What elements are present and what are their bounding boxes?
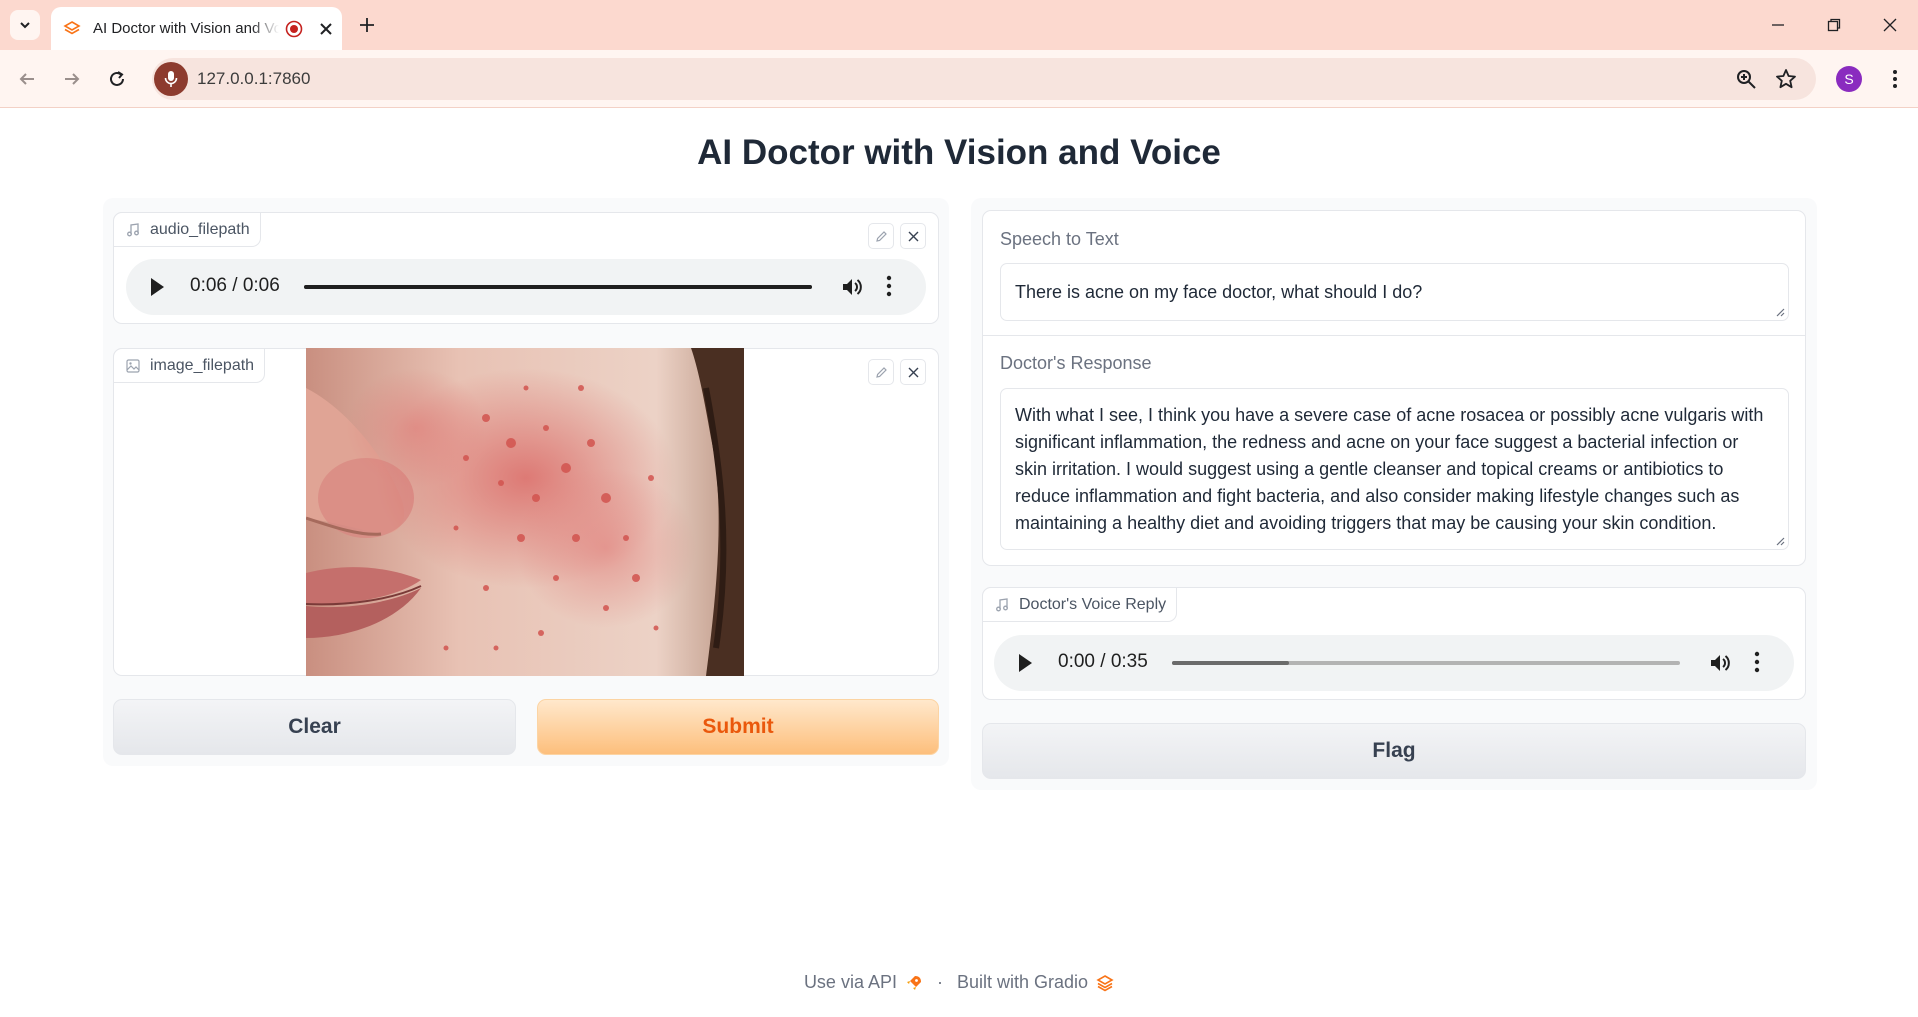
play-icon[interactable] xyxy=(148,276,166,298)
minimize-icon xyxy=(1772,24,1784,26)
resize-handle-icon[interactable] xyxy=(1776,308,1785,317)
browser-tab-active[interactable]: AI Doctor with Vision and Voice xyxy=(51,7,342,50)
browser-toolbar: 127.0.0.1:7860 xyxy=(0,50,1918,108)
image-icon xyxy=(126,358,140,373)
gradio-favicon-icon xyxy=(63,20,81,34)
footer: Use via API · Built with Gradio xyxy=(0,972,1918,993)
footer-separator: · xyxy=(936,972,943,992)
url-text: 127.0.0.1:7860 xyxy=(197,69,311,88)
reload-icon xyxy=(110,71,124,86)
speech-to-text-label: Speech to Text xyxy=(1000,229,1119,249)
restore-window-button[interactable] xyxy=(1806,0,1862,50)
image-input-label-text: image_filepath xyxy=(150,356,255,374)
more-vertical-icon[interactable] xyxy=(1754,651,1760,673)
arrow-left-icon xyxy=(19,73,34,85)
bookmark-star-icon[interactable] xyxy=(1775,68,1797,90)
voice-reply-block: Doctor's Voice Reply 0:00 / 0:35 xyxy=(982,587,1806,700)
chevron-down-icon xyxy=(20,22,30,29)
voice-reply-seekbar[interactable] xyxy=(1172,661,1680,665)
close-tab-icon[interactable] xyxy=(317,20,335,38)
image-clear-button[interactable] xyxy=(900,359,926,385)
more-vertical-icon xyxy=(1893,70,1897,88)
plus-icon xyxy=(360,18,374,32)
arrow-right-icon xyxy=(65,73,80,85)
back-button[interactable] xyxy=(10,62,44,96)
flag-button[interactable]: Flag xyxy=(982,723,1806,779)
built-with-gradio-link[interactable]: Built with Gradio xyxy=(957,972,1088,993)
image-edit-button[interactable] xyxy=(868,359,894,385)
speech-to-text-field[interactable]: There is acne on my face doctor, what sh… xyxy=(1000,263,1789,321)
music-note-icon xyxy=(996,597,1008,611)
close-icon xyxy=(908,367,918,377)
profile-avatar[interactable]: S xyxy=(1836,66,1862,92)
image-input-label: image_filepath xyxy=(113,348,266,383)
speech-to-text-value: There is acne on my face doctor, what sh… xyxy=(1015,282,1423,302)
doctor-response-value: With what I see, I think you have a seve… xyxy=(1015,405,1764,533)
audio-input-player[interactable]: 0:06 / 0:06 xyxy=(126,259,926,315)
play-icon[interactable] xyxy=(1016,652,1034,674)
audio-input-time: 0:06 / 0:06 xyxy=(190,275,280,296)
recording-indicator-icon xyxy=(285,20,303,37)
submit-button[interactable]: Submit xyxy=(537,699,939,755)
audio-edit-button[interactable] xyxy=(868,223,894,249)
zoom-icon[interactable] xyxy=(1735,68,1757,90)
pencil-icon xyxy=(875,230,887,242)
volume-icon[interactable] xyxy=(840,275,864,299)
browser-tab-bar: AI Doctor with Vision and Voice xyxy=(0,0,1918,50)
microphone-in-use-icon[interactable] xyxy=(154,62,188,96)
forward-button[interactable] xyxy=(55,62,89,96)
music-note-icon xyxy=(127,222,139,236)
close-icon xyxy=(1883,18,1897,32)
gradio-logo-icon xyxy=(1096,974,1114,991)
tab-title: AI Doctor with Vision and Voice xyxy=(93,20,279,37)
audio-input-progress xyxy=(304,285,812,289)
address-bar[interactable]: 127.0.0.1:7860 xyxy=(152,58,1816,100)
rocket-icon xyxy=(906,975,921,990)
clear-button[interactable]: Clear xyxy=(113,699,516,755)
doctor-response-field[interactable]: With what I see, I think you have a seve… xyxy=(1000,388,1789,550)
voice-reply-player[interactable]: 0:00 / 0:35 xyxy=(994,635,1794,691)
browser-menu-button[interactable] xyxy=(1882,66,1908,92)
doctor-response-label: Doctor's Response xyxy=(1000,353,1152,373)
resize-handle-icon[interactable] xyxy=(1776,537,1785,546)
close-icon xyxy=(908,231,918,241)
minimize-window-button[interactable] xyxy=(1750,0,1806,50)
pencil-icon xyxy=(875,366,887,378)
audio-input-label: audio_filepath xyxy=(113,212,261,247)
tab-search-button[interactable] xyxy=(10,10,40,40)
audio-input-label-text: audio_filepath xyxy=(150,220,250,238)
voice-reply-buffered xyxy=(1172,661,1289,665)
reload-button[interactable] xyxy=(100,62,134,96)
uploaded-face-photo xyxy=(306,348,744,676)
new-tab-button[interactable] xyxy=(352,10,382,40)
audio-input-block: audio_filepath 0:06 / 0:06 xyxy=(113,212,939,324)
audio-input-seekbar[interactable] xyxy=(304,285,812,289)
voice-reply-time: 0:00 / 0:35 xyxy=(1058,651,1148,672)
audio-clear-button[interactable] xyxy=(900,223,926,249)
more-vertical-icon[interactable] xyxy=(886,275,892,297)
text-outputs-block: Speech to Text There is acne on my face … xyxy=(982,210,1806,566)
page-title: AI Doctor with Vision and Voice xyxy=(697,133,1221,172)
voice-reply-label: Doctor's Voice Reply xyxy=(982,587,1178,622)
restore-icon xyxy=(1827,18,1841,32)
use-via-api-link[interactable]: Use via API xyxy=(804,972,897,993)
close-window-button[interactable] xyxy=(1862,0,1918,50)
divider xyxy=(983,335,1805,336)
voice-reply-label-text: Doctor's Voice Reply xyxy=(1019,595,1167,613)
volume-icon[interactable] xyxy=(1708,651,1732,675)
